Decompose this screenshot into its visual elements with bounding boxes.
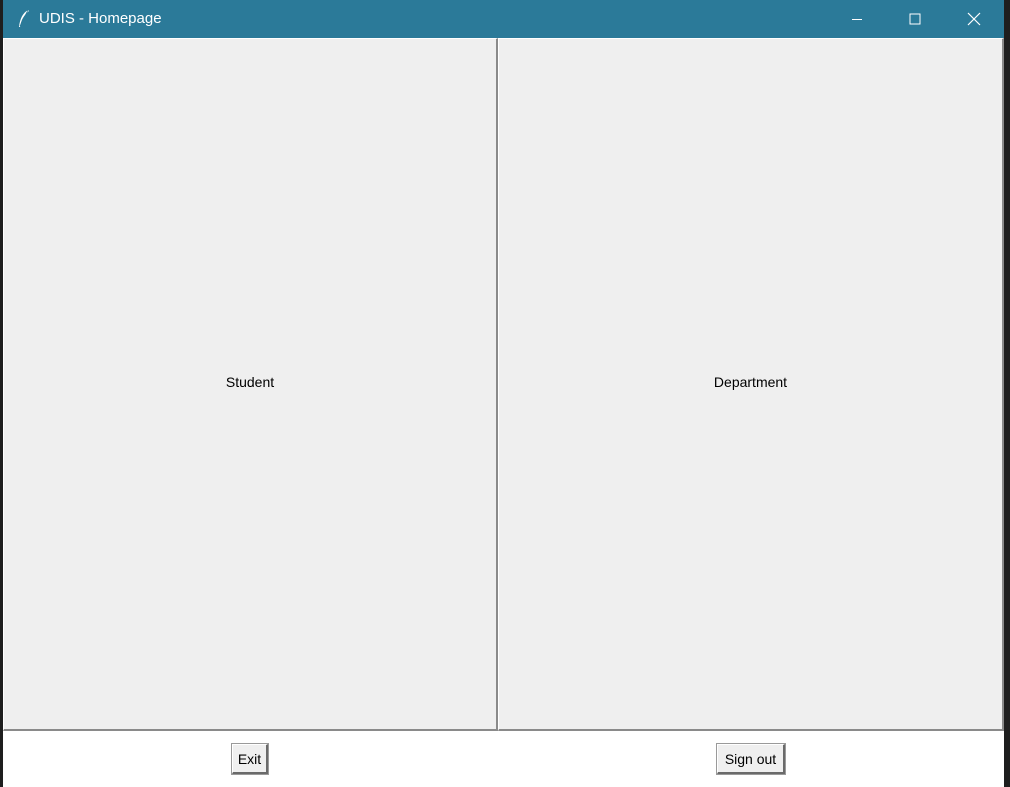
minimize-button[interactable] bbox=[828, 0, 886, 38]
footer-bar: Exit Sign out bbox=[3, 731, 1004, 787]
title-bar[interactable]: UDIS - Homepage bbox=[3, 0, 1004, 38]
close-icon bbox=[967, 12, 981, 26]
minimize-icon bbox=[852, 19, 862, 20]
main-panels: Student Department bbox=[3, 38, 1004, 731]
maximize-icon bbox=[909, 13, 921, 25]
department-panel[interactable]: Department bbox=[498, 38, 1004, 731]
student-panel[interactable]: Student bbox=[3, 38, 498, 731]
sign-out-button[interactable]: Sign out bbox=[716, 743, 786, 775]
student-label: Student bbox=[225, 374, 275, 390]
window-title: UDIS - Homepage bbox=[39, 10, 162, 27]
maximize-button[interactable] bbox=[886, 0, 944, 38]
background-window-edge-right bbox=[1004, 38, 1010, 787]
close-button[interactable] bbox=[944, 0, 1004, 38]
feather-icon bbox=[19, 9, 29, 27]
exit-button[interactable]: Exit bbox=[231, 743, 269, 775]
app-window: UDIS - Homepage Student Department Exit bbox=[3, 0, 1004, 787]
department-label: Department bbox=[713, 374, 788, 390]
